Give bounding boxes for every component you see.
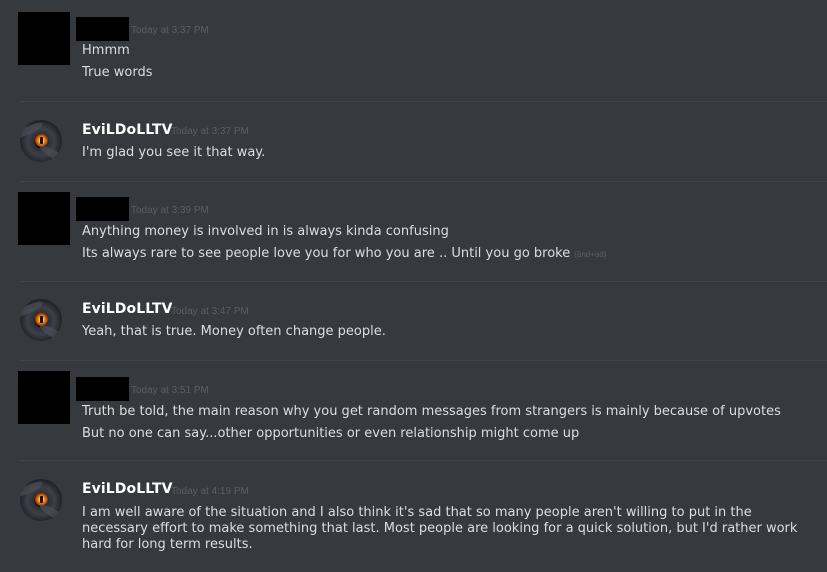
username[interactable]: EviLDoLLTV xyxy=(82,122,173,138)
timestamp: Today at 3:39 PM xyxy=(131,205,209,216)
message-divider xyxy=(20,101,827,102)
username[interactable]: EviLDoLLTV xyxy=(82,481,173,497)
doll-eye-avatar[interactable] xyxy=(20,299,62,341)
timestamp: Today at 3:51 PM xyxy=(131,385,209,396)
message-divider xyxy=(20,360,827,361)
doll-eye-avatar[interactable] xyxy=(20,120,62,162)
message-text: Its always rare to see people love you f… xyxy=(82,246,606,263)
message-text: Yeah, that is true. Money often change p… xyxy=(82,324,386,339)
eye-icon xyxy=(35,134,48,147)
username-redacted[interactable] xyxy=(76,377,129,401)
message-text: I am well aware of the situation and I a… xyxy=(82,505,798,552)
username-redacted[interactable] xyxy=(76,197,129,221)
message-text: Hmmm xyxy=(82,43,130,58)
username-redacted[interactable] xyxy=(76,17,129,41)
message-text: Anything money is involved in is always … xyxy=(82,224,449,239)
message-text: Truth be told, the main reason why you g… xyxy=(82,404,781,419)
message-divider xyxy=(20,181,827,182)
message-text: I'm glad you see it that way. xyxy=(82,145,266,160)
message-text: True words xyxy=(82,65,153,80)
eye-icon xyxy=(35,493,48,506)
avatar[interactable] xyxy=(18,192,70,245)
timestamp: Today at 3:37 PM xyxy=(171,126,249,137)
message-divider xyxy=(20,281,827,282)
timestamp: Today at 3:47 PM xyxy=(171,306,249,317)
edited-label: (änd+ad) xyxy=(574,250,607,259)
chat-messages: Today at 3:37 PM Hmmm True words EviLDoL… xyxy=(0,0,827,572)
doll-eye-avatar[interactable] xyxy=(20,479,62,521)
message-divider xyxy=(20,460,827,461)
message-text: But no one can say...other opportunities… xyxy=(82,426,580,441)
message-line: Its always rare to see people love you f… xyxy=(82,246,571,261)
username[interactable]: EviLDoLLTV xyxy=(82,301,173,317)
timestamp: Today at 4:19 PM xyxy=(171,486,249,497)
timestamp: Today at 3:37 PM xyxy=(131,25,209,36)
avatar[interactable] xyxy=(18,371,70,424)
eye-icon xyxy=(35,313,48,326)
avatar[interactable] xyxy=(18,12,70,65)
